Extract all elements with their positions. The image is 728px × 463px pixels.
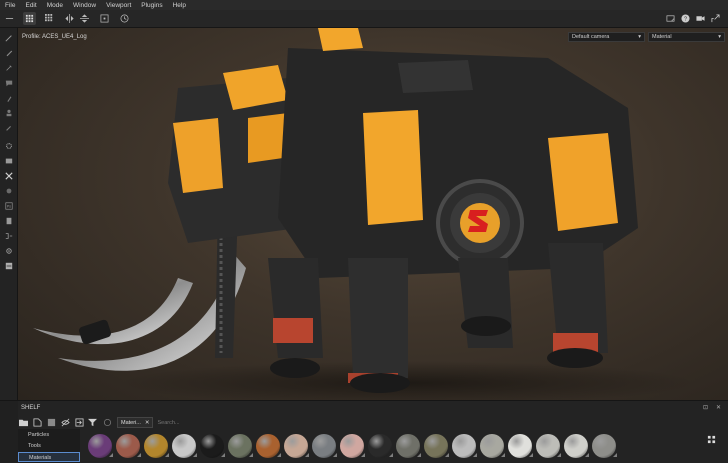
folder-icon[interactable] (18, 417, 29, 428)
chevron-down-icon: ▾ (638, 34, 641, 40)
layers-icon[interactable] (3, 155, 15, 167)
camera-select[interactable]: Default camera ▾ (568, 32, 645, 42)
menu-file[interactable]: File (5, 2, 15, 9)
chevron-down-icon: ▾ (718, 34, 721, 40)
channel-select-value: Material (652, 34, 672, 40)
color-profile-label: Profile: ACES_UE4_Log (22, 34, 87, 40)
camera-select-value: Default camera (572, 34, 610, 40)
shelf-filter-bar: Materi... ✕ (87, 417, 258, 428)
material-thumbnails (88, 434, 616, 458)
eraser-icon[interactable] (3, 47, 15, 59)
node-icon[interactable] (3, 230, 15, 242)
view-grid-icon[interactable] (706, 434, 717, 445)
robot-elephant-render (33, 28, 698, 400)
export-icon[interactable] (3, 215, 15, 227)
frame-icon[interactable] (98, 12, 111, 25)
import-icon[interactable] (74, 417, 85, 428)
picker-icon[interactable] (3, 122, 15, 134)
menu-viewport[interactable]: Viewport (106, 2, 131, 9)
help-icon[interactable]: ? (679, 12, 692, 25)
material-gloss-black-thumbnail[interactable] (368, 434, 392, 458)
hide-icon[interactable] (60, 417, 71, 428)
toolbar: ? (0, 10, 728, 28)
material-pink-thumbnail[interactable] (340, 434, 364, 458)
shelf-category-list: Particles Tools Materials (18, 429, 80, 463)
filter-chip[interactable]: Materi... ✕ (117, 417, 154, 428)
menu-window[interactable]: Window (73, 2, 96, 9)
material-olive-thumbnail[interactable] (424, 434, 448, 458)
menu-mode[interactable]: Mode (47, 2, 63, 9)
3d-viewport[interactable]: Profile: ACES_UE4_Log Default camera ▾ M… (18, 28, 728, 400)
shelf-panel: SHELF ⊡ ✕ Particles Tools Materials Mate… (0, 400, 728, 463)
material-silver-thumbnail[interactable] (452, 434, 476, 458)
material-leaf-thumbnail[interactable] (256, 434, 280, 458)
clone-icon[interactable] (3, 107, 15, 119)
filter-chip-label: Materi... (121, 419, 141, 426)
screenshot-icon[interactable] (664, 12, 677, 25)
symmetry-y-icon[interactable] (78, 12, 91, 25)
filter-icon[interactable] (87, 417, 98, 428)
dense-grid-icon[interactable] (43, 12, 56, 25)
svg-text:?: ? (684, 17, 687, 23)
category-materials[interactable]: Materials (18, 452, 80, 462)
grid-view-icon[interactable] (23, 12, 36, 25)
menu-toggle-icon[interactable] (3, 12, 16, 25)
tool-strip: Ps (0, 28, 18, 400)
smudge-icon[interactable] (3, 92, 15, 104)
shelf-undock-icon[interactable]: ⊡ (703, 404, 711, 412)
material-white-thumbnail[interactable] (508, 434, 532, 458)
material-concrete-thumbnail[interactable] (396, 434, 420, 458)
material-plaster-thumbnail[interactable] (564, 434, 588, 458)
svg-text:Ps: Ps (7, 205, 11, 209)
history-icon[interactable] (118, 12, 131, 25)
share-icon[interactable] (709, 12, 722, 25)
category-particles[interactable]: Particles (18, 430, 80, 440)
material-chrome-thumbnail[interactable] (172, 434, 196, 458)
menu-edit[interactable]: Edit (25, 2, 36, 9)
channel-select[interactable]: Material ▾ (648, 32, 725, 42)
polyfill-icon[interactable] (3, 77, 15, 89)
menu-plugins[interactable]: Plugins (141, 2, 162, 9)
save-icon[interactable] (46, 417, 57, 428)
photoshop-icon[interactable]: Ps (3, 200, 15, 212)
material-rust-thumbnail[interactable] (116, 434, 140, 458)
symmetry-x-icon[interactable] (63, 12, 76, 25)
material-purple-thumbnail[interactable] (88, 434, 112, 458)
shelf-gutter (0, 401, 18, 463)
gear-icon[interactable] (3, 245, 15, 257)
tools-icon[interactable] (3, 170, 15, 182)
shelf-close-icon[interactable]: ✕ (716, 404, 724, 412)
projection-icon[interactable] (3, 62, 15, 74)
shelf-search-input[interactable] (157, 417, 258, 428)
material-gold-thumbnail[interactable] (144, 434, 168, 458)
close-icon[interactable]: ✕ (145, 420, 150, 426)
category-tools[interactable]: Tools (18, 441, 80, 451)
material-marble-thumbnail[interactable] (480, 434, 504, 458)
brush-icon[interactable] (3, 32, 15, 44)
material-skin-thumbnail[interactable] (284, 434, 308, 458)
material-light-grey-thumbnail[interactable] (536, 434, 560, 458)
camera-icon[interactable] (694, 12, 707, 25)
texture-set-icon[interactable] (3, 260, 15, 272)
material-moss-thumbnail[interactable] (228, 434, 252, 458)
refresh-icon[interactable] (102, 417, 113, 428)
menu-bar: File Edit Mode Window Viewport Plugins H… (0, 0, 728, 10)
new-folder-icon[interactable] (32, 417, 43, 428)
settings-icon[interactable] (3, 140, 15, 152)
material-black-thumbnail[interactable] (200, 434, 224, 458)
material-ash-thumbnail[interactable] (592, 434, 616, 458)
shelf-title: SHELF (21, 405, 41, 411)
bake-icon[interactable] (3, 185, 15, 197)
shelf-toolbar (18, 417, 85, 429)
menu-help[interactable]: Help (173, 2, 186, 9)
material-stone-thumbnail[interactable] (312, 434, 336, 458)
